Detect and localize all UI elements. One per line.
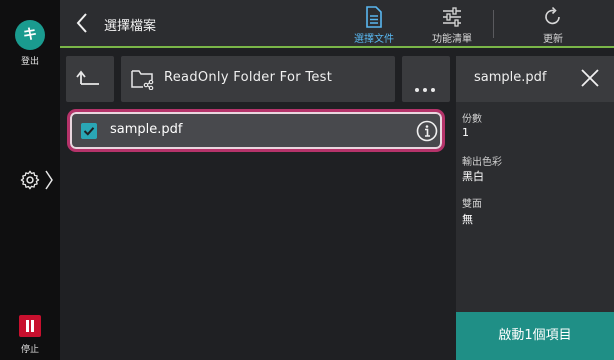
folder-name: ReadOnly Folder For Test [164, 70, 333, 85]
info-icon[interactable] [416, 120, 438, 142]
gear-icon[interactable] [19, 169, 41, 191]
document-icon [366, 6, 382, 28]
file-list-item[interactable]: sample.pdf [67, 109, 445, 152]
more-options-button[interactable] [402, 56, 450, 102]
shared-folder-icon [131, 70, 154, 90]
duplex-value: 無 [462, 213, 473, 226]
start-button[interactable]: 啟動1個項目 [456, 312, 614, 360]
sliders-icon [443, 7, 461, 27]
details-file-name: sample.pdf [474, 70, 547, 85]
function-list-label: 功能清單 [432, 34, 472, 45]
function-list-button[interactable]: 功能清單 [417, 4, 487, 45]
close-icon[interactable] [580, 68, 600, 88]
file-name: sample.pdf [110, 122, 183, 137]
up-level-button[interactable] [66, 56, 114, 102]
select-document-label: 選擇文件 [354, 34, 394, 45]
logout-label: 登出 [20, 57, 39, 67]
header-divider [493, 10, 494, 38]
output-color-label: 輸出色彩 [462, 157, 502, 168]
stop-button[interactable] [19, 315, 41, 337]
more-dots-icon [415, 77, 439, 96]
select-document-button[interactable]: 選擇文件 [339, 4, 409, 45]
refresh-icon [545, 6, 560, 25]
stop-label: 停止 [20, 345, 39, 355]
file-checkbox[interactable] [81, 123, 97, 139]
header-accent-line [60, 46, 614, 48]
output-color-value: 黑白 [462, 170, 484, 183]
refresh-button[interactable]: 更新 [518, 4, 588, 45]
back-chevron-icon[interactable] [74, 12, 90, 34]
expand-chevron-icon[interactable] [45, 170, 53, 190]
copies-label: 份數 [462, 114, 482, 125]
current-folder-button[interactable]: ReadOnly Folder For Test [121, 56, 395, 102]
refresh-label: 更新 [543, 34, 563, 45]
up-level-icon [76, 70, 99, 85]
logout-button[interactable]: キ [15, 20, 45, 50]
duplex-label: 雙面 [462, 199, 482, 210]
copies-value: 1 [462, 126, 469, 139]
page-title: 選擇檔案 [104, 19, 157, 34]
